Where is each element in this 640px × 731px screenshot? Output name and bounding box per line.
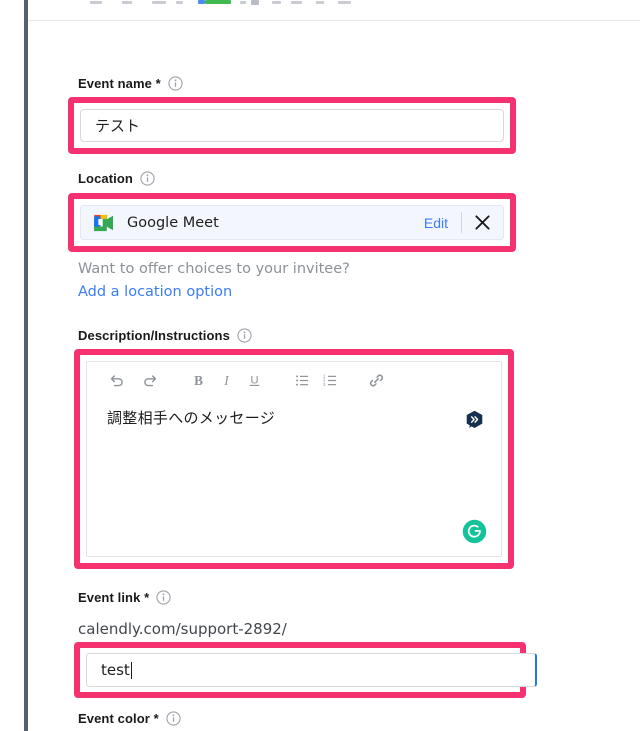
location-hint-text: Want to offer choices to your invitee? (78, 261, 350, 277)
event-color-label: Event color * (78, 711, 181, 726)
description-label: Description/Instructions (78, 328, 252, 343)
svg-text:B: B (194, 372, 203, 387)
bold-icon[interactable]: B (185, 367, 211, 393)
bulleted-list-icon[interactable] (289, 367, 315, 393)
info-icon[interactable] (140, 171, 155, 186)
rich-text-toolbar: B I U 123 (87, 362, 501, 398)
svg-text:U: U (250, 374, 258, 386)
event-name-label: Event name * (78, 76, 183, 91)
description-editor[interactable]: B I U 123 調整相手へのメッセージ (86, 361, 502, 557)
italic-icon[interactable]: I (213, 367, 239, 393)
event-name-input[interactable]: テスト (80, 109, 504, 142)
info-icon[interactable] (237, 328, 252, 343)
description-text[interactable]: 調整相手へのメッセージ (107, 407, 275, 428)
event-color-label-text: Event color * (78, 711, 159, 726)
grammarly-icon[interactable] (462, 519, 487, 544)
location-label: Location (78, 171, 155, 186)
underline-icon[interactable]: U (241, 367, 267, 393)
numbered-list-icon[interactable]: 123 (317, 367, 343, 393)
event-name-label-text: Event name * (78, 76, 161, 91)
page-root: Event name * テスト Location Google Meet Ed… (0, 0, 640, 731)
svg-text:3: 3 (323, 381, 326, 386)
location-provider-name: Google Meet (127, 214, 219, 231)
event-type-form: Event name * テスト Location Google Meet Ed… (28, 21, 640, 731)
info-icon[interactable] (156, 590, 171, 605)
event-link-prefix: calendly.com/support-2892/ (78, 620, 287, 638)
info-icon[interactable] (166, 711, 181, 726)
location-edit-link[interactable]: Edit (424, 215, 461, 231)
add-location-option-link[interactable]: Add a location option (78, 284, 232, 300)
event-link-value: test (101, 661, 130, 679)
info-icon[interactable] (168, 76, 183, 91)
location-label-text: Location (78, 171, 133, 186)
event-link-input[interactable]: test (86, 653, 537, 687)
event-link-label: Event link * (78, 590, 171, 605)
grammar-badge-icon[interactable] (465, 410, 484, 429)
clipped-top-content (76, 0, 636, 8)
undo-icon[interactable] (103, 367, 129, 393)
event-link-label-text: Event link * (78, 590, 150, 605)
description-label-text: Description/Instructions (78, 328, 230, 343)
redo-icon[interactable] (137, 367, 163, 393)
svg-text:I: I (223, 372, 229, 387)
location-row[interactable]: Google Meet Edit (80, 205, 504, 240)
text-caret (130, 661, 132, 679)
link-icon[interactable] (363, 367, 389, 393)
close-icon[interactable] (474, 214, 491, 231)
location-separator (461, 212, 462, 233)
google-meet-icon (93, 214, 115, 232)
